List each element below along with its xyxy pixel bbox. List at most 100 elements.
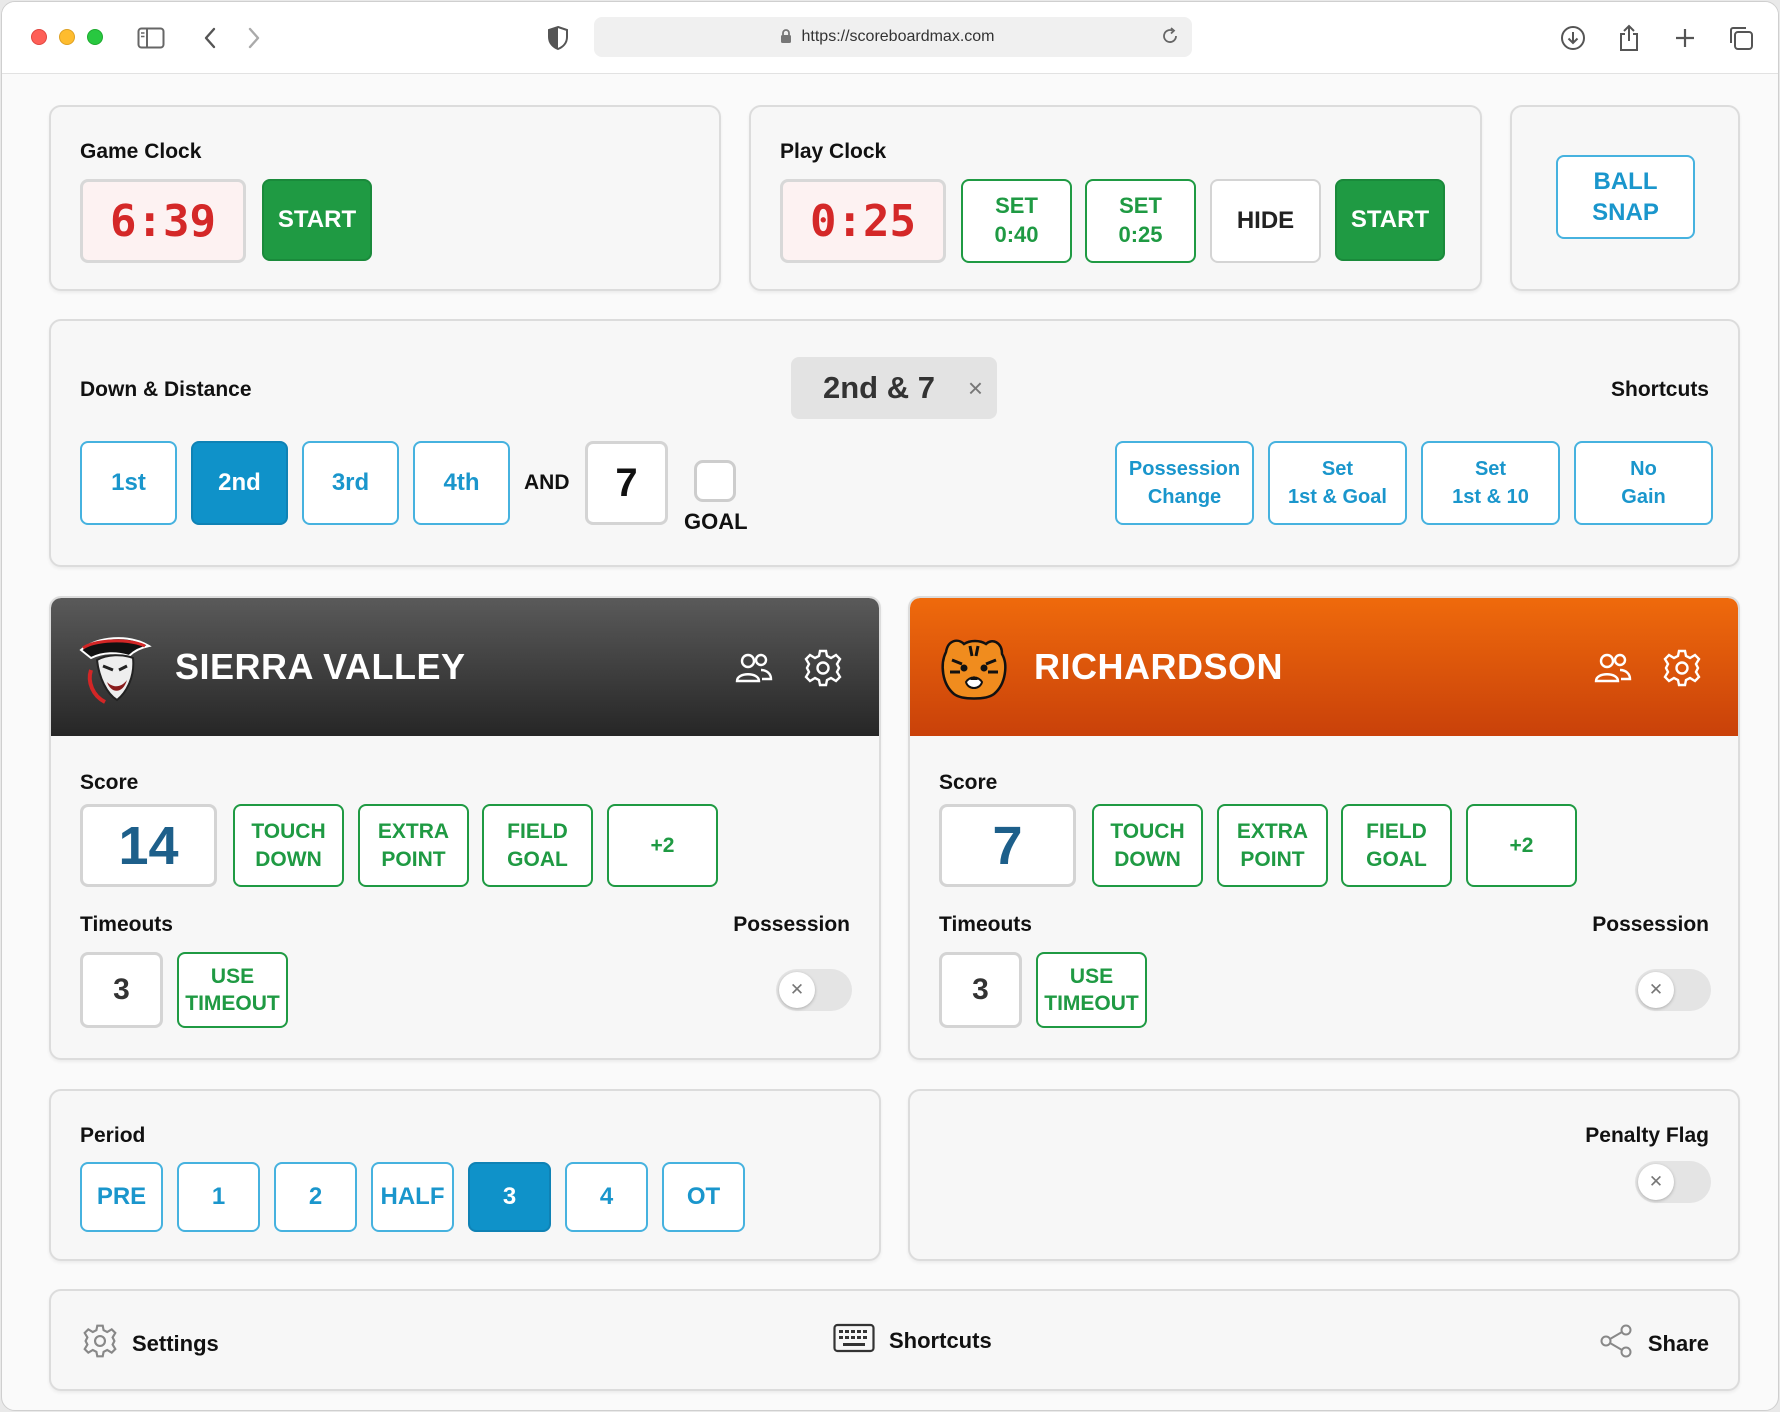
score-display-home[interactable]: 14 <box>80 804 217 887</box>
tabs-icon[interactable] <box>1725 22 1757 54</box>
period-panel: Period PRE 1 2 HALF 3 4 OT <box>49 1089 881 1261</box>
field-goal-button-home[interactable]: FIELD GOAL <box>482 804 593 887</box>
possession-label-home: Possession <box>733 913 850 936</box>
penalty-panel: Penalty Flag ✕ <box>908 1089 1740 1261</box>
shield-icon[interactable] <box>542 22 574 54</box>
share-icon[interactable] <box>1613 22 1645 54</box>
team-settings-icon[interactable] <box>803 648 843 688</box>
hide-play-clock-button[interactable]: HIDE <box>1210 179 1321 263</box>
team-settings-icon[interactable] <box>1662 648 1702 688</box>
team-panel-away: RICHARDSON Score 7 TOUCH DOWN EXTRA POIN… <box>908 596 1740 1060</box>
team-panel-home: SIERRA VALLEY Score 14 TOUCH DOWN EXTRA … <box>49 596 881 1060</box>
timeouts-label-home: Timeouts <box>80 913 173 936</box>
touchdown-button-away[interactable]: TOUCH DOWN <box>1092 804 1203 887</box>
browser-window: https://scoreboardmax.com Game Clock 6:3… <box>1 1 1779 1411</box>
zoom-window-button[interactable] <box>87 29 103 45</box>
shortcuts-link[interactable]: Shortcuts <box>833 1323 992 1359</box>
roster-icon[interactable] <box>1593 648 1633 688</box>
timeouts-display-home[interactable]: 3 <box>80 952 163 1028</box>
ball-snap-panel: BALL SNAP <box>1510 105 1740 291</box>
footer-panel: Settings Shortcuts Share <box>49 1289 1740 1391</box>
game-clock-start-button[interactable]: START <box>262 179 372 261</box>
touchdown-button-home[interactable]: TOUCH DOWN <box>233 804 344 887</box>
period-1-button[interactable]: 1 <box>177 1162 260 1232</box>
new-tab-icon[interactable] <box>1669 22 1701 54</box>
keyboard-icon <box>833 1323 875 1359</box>
period-ot-button[interactable]: OT <box>662 1162 745 1232</box>
share-link[interactable]: Share <box>1598 1323 1709 1365</box>
period-label: Period <box>80 1124 146 1147</box>
shortcut-no-gain-button[interactable]: No Gain <box>1574 441 1713 525</box>
team-header-away: RICHARDSON <box>910 598 1738 736</box>
share-label: Share <box>1647 1331 1709 1356</box>
shortcuts-label: Shortcuts <box>1610 378 1709 401</box>
shortcut-possession-change-button[interactable]: Possession Change <box>1115 441 1254 525</box>
down-1st-button[interactable]: 1st <box>80 441 177 525</box>
shortcuts-footer-label: Shortcuts <box>889 1328 992 1353</box>
forward-icon[interactable] <box>238 22 270 54</box>
period-3-button[interactable]: 3 <box>468 1162 551 1232</box>
period-2-button[interactable]: 2 <box>274 1162 357 1232</box>
toggle-off-icon: ✕ <box>779 972 815 1008</box>
game-clock-display[interactable]: 6:39 <box>80 179 246 263</box>
period-pre-button[interactable]: PRE <box>80 1162 163 1232</box>
score-display-away[interactable]: 7 <box>939 804 1076 887</box>
down-3rd-button[interactable]: 3rd <box>302 441 399 525</box>
reload-icon[interactable] <box>1160 26 1180 51</box>
plus-two-button-away[interactable]: +2 <box>1466 804 1577 887</box>
set-play-clock-40-button[interactable]: SET 0:40 <box>961 179 1072 263</box>
team-header-home: SIERRA VALLEY <box>51 598 879 736</box>
game-clock-label: Game Clock <box>80 140 202 163</box>
sidebar-icon[interactable] <box>135 22 167 54</box>
extra-point-button-home[interactable]: EXTRA POINT <box>358 804 469 887</box>
back-icon[interactable] <box>194 22 226 54</box>
possession-toggle-away[interactable]: ✕ <box>1635 969 1711 1011</box>
and-label: AND <box>524 471 570 494</box>
distance-input[interactable]: 7 <box>585 441 668 525</box>
team-name-home: SIERRA VALLEY <box>175 646 466 687</box>
download-icon[interactable] <box>1557 22 1589 54</box>
browser-toolbar: https://scoreboardmax.com <box>2 2 1778 74</box>
roster-icon[interactable] <box>734 648 774 688</box>
gear-icon <box>82 1323 118 1365</box>
shortcut-set-1st-10-button[interactable]: Set 1st & 10 <box>1421 441 1560 525</box>
use-timeout-button-home[interactable]: USE TIMEOUT <box>177 952 288 1028</box>
field-goal-button-away[interactable]: FIELD GOAL <box>1341 804 1452 887</box>
plus-two-button-home[interactable]: +2 <box>607 804 718 887</box>
play-clock-start-button[interactable]: START <box>1335 179 1445 261</box>
minimize-window-button[interactable] <box>59 29 75 45</box>
close-window-button[interactable] <box>31 29 47 45</box>
ball-snap-button[interactable]: BALL SNAP <box>1556 155 1695 239</box>
settings-label: Settings <box>132 1331 219 1356</box>
goal-checkbox[interactable] <box>694 460 736 502</box>
play-clock-panel: Play Clock 0:25 SET 0:40 SET 0:25 HIDE S… <box>749 105 1482 291</box>
use-timeout-button-away[interactable]: USE TIMEOUT <box>1036 952 1147 1028</box>
lock-icon <box>780 28 792 49</box>
clear-down-icon[interactable]: × <box>968 373 983 404</box>
play-clock-display[interactable]: 0:25 <box>780 179 946 263</box>
toggle-off-icon: ✕ <box>1638 972 1674 1008</box>
team-name-away: RICHARDSON <box>1034 646 1284 687</box>
toggle-off-icon: ✕ <box>1638 1164 1674 1200</box>
score-label-home: Score <box>80 771 139 794</box>
goal-label: GOAL <box>684 509 748 534</box>
period-half-button[interactable]: HALF <box>371 1162 454 1232</box>
period-4-button[interactable]: 4 <box>565 1162 648 1232</box>
extra-point-button-away[interactable]: EXTRA POINT <box>1217 804 1328 887</box>
shortcut-set-1st-goal-button[interactable]: Set 1st & Goal <box>1268 441 1407 525</box>
score-label-away: Score <box>939 771 998 794</box>
timeouts-display-away[interactable]: 3 <box>939 952 1022 1028</box>
pirate-logo <box>77 630 153 706</box>
down-2nd-button[interactable]: 2nd <box>191 441 288 525</box>
possession-toggle-home[interactable]: ✕ <box>776 969 852 1011</box>
game-clock-panel: Game Clock 6:39 START <box>49 105 721 291</box>
down-4th-button[interactable]: 4th <box>413 441 510 525</box>
penalty-flag-toggle[interactable]: ✕ <box>1635 1161 1711 1203</box>
down-distance-current: 2nd & 7 <box>823 370 935 405</box>
possession-label-away: Possession <box>1592 913 1709 936</box>
settings-link[interactable]: Settings <box>82 1323 219 1365</box>
set-play-clock-25-button[interactable]: SET 0:25 <box>1085 179 1196 263</box>
share-nodes-icon <box>1598 1323 1634 1365</box>
address-bar[interactable]: https://scoreboardmax.com <box>594 17 1192 57</box>
down-distance-chip: 2nd & 7 × <box>791 357 997 419</box>
